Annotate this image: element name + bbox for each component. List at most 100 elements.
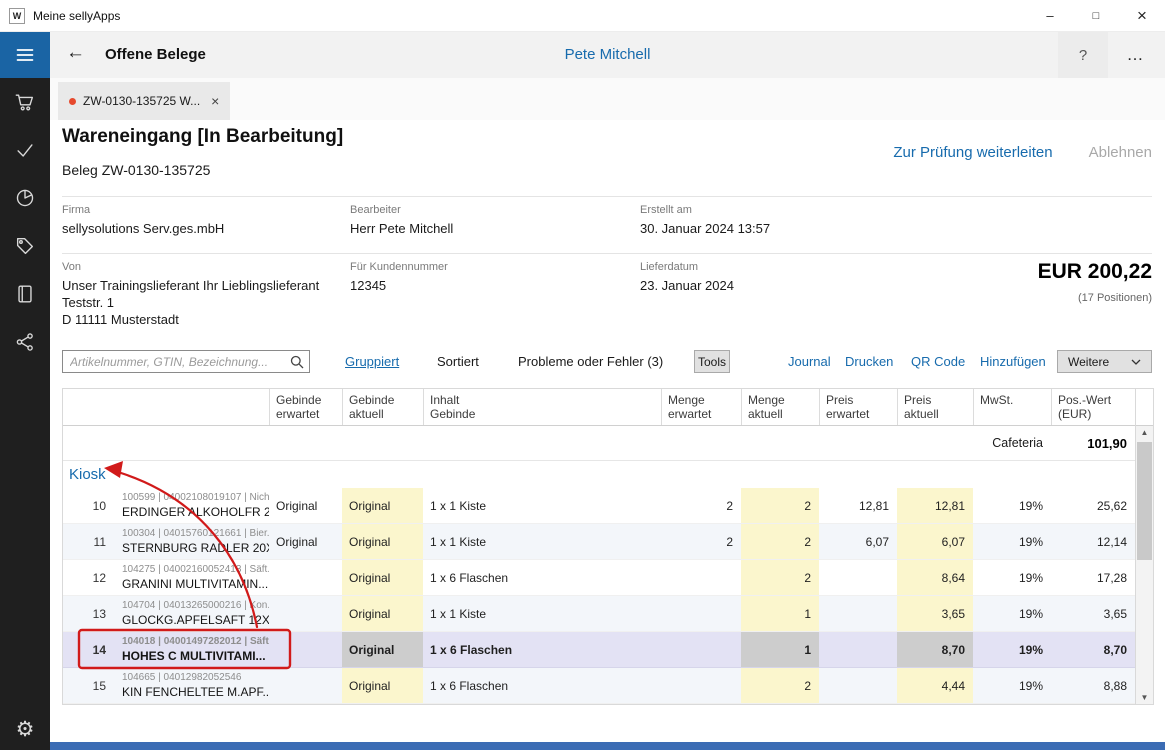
bottom-accent-bar [50,742,1165,750]
field-erstellt-am: Erstellt am 30. Januar 2024 13:57 [640,204,770,237]
app-window: W Meine sellyApps – □ × ⚙ ← [0,0,1165,750]
field-von: Von Unser Trainingslieferant Ihr Lieblin… [62,261,319,328]
header-gebinde-aktuell: Gebinde aktuell [342,389,423,425]
checkmark-icon [14,139,36,161]
print-link[interactable]: Drucken [845,350,893,373]
tag-icon [14,235,36,257]
pie-chart-icon [14,187,36,209]
row-article: 104275 | 04002160052413 | Säft... GRANIN… [116,560,269,595]
header-menge-aktuell: Menge aktuell [741,389,819,425]
cell-gebinde-aktuell: Original [342,632,423,667]
sidebar-item-share[interactable] [0,318,50,366]
journal-link[interactable]: Journal [788,350,831,373]
more-actions-button[interactable]: Weitere [1057,350,1152,373]
position-count: (17 Positionen) [1078,292,1152,304]
reject-link[interactable]: Ablehnen [1089,144,1152,161]
cell-preis-aktuell: 6,07 [897,524,973,559]
article-search [62,350,310,373]
table-row[interactable]: 12 104275 | 04002160052413 | Säft... GRA… [63,560,1135,596]
help-button[interactable]: ? [1058,32,1108,78]
scroll-up-icon[interactable]: ▲ [1136,428,1153,437]
table-row[interactable]: 13 104704 | 04013265000216 | Kon... GLOC… [63,596,1135,632]
cell-pos-wert: 17,28 [1051,560,1135,595]
settings-gear-icon[interactable]: ⚙ [0,717,50,742]
cell-gebinde-aktuell: Original [342,596,423,631]
row-pos: 13 [63,596,116,631]
cell-menge-aktuell: 2 [741,668,819,703]
cell-gebinde-erwartet: Original [269,524,342,559]
sidebar-item-tasks[interactable] [0,126,50,174]
table-row[interactable]: 11 100304 | 04015760121661 | Bier... STE… [63,524,1135,560]
cell-pos-wert: 25,62 [1051,488,1135,523]
row-pos: 15 [63,668,116,703]
more-actions-label: Weitere [1068,355,1109,369]
hamburger-menu-button[interactable] [0,32,50,78]
qr-code-link[interactable]: QR Code [911,350,965,373]
document-content: Wareneingang [In Bearbeitung] Zur Prüfun… [50,120,1165,742]
close-button[interactable]: × [1119,0,1165,31]
row-article: 104018 | 04001497282012 | Säft... HOHES … [116,632,269,667]
table-row[interactable]: 10 100599 | 04002108019107 | Nich... ERD… [63,488,1135,524]
sidebar: ⚙ [0,32,50,750]
row-article: 100304 | 04015760121661 | Bier... STERNB… [116,524,269,559]
tools-button[interactable]: Tools [694,350,730,373]
group-summary-label: Cafeteria [973,436,1051,450]
total-amount: EUR 200,22 [1038,260,1152,284]
cell-preis-aktuell: 4,44 [897,668,973,703]
cell-preis-erwartet: 6,07 [819,524,897,559]
search-input[interactable] [63,351,309,372]
sorted-link[interactable]: Sortiert [437,350,479,373]
cell-menge-aktuell: 1 [741,632,819,667]
row-pos: 11 [63,524,116,559]
header-mwst: MwSt. [973,389,1051,425]
table-scrollbar[interactable]: ▲ ▼ [1136,426,1153,704]
problems-link[interactable]: Probleme oder Fehler (3) [518,350,663,373]
document-tab[interactable]: ZW-0130-135725 W... × [58,82,230,120]
header-article [116,389,269,425]
row-article: 104665 | 04012982052546 KIN FENCHELTEE M… [116,668,269,703]
app-logo-icon: W [9,8,25,24]
cell-pos-wert: 3,65 [1051,596,1135,631]
group-header-kiosk[interactable]: Kiosk [63,461,1135,488]
sidebar-item-journal[interactable] [0,270,50,318]
scrollbar-corner [1136,389,1153,426]
group-summary-row[interactable]: Cafeteria 101,90 [63,426,1135,461]
maximize-button[interactable]: □ [1073,0,1119,31]
cell-pos-wert: 8,70 [1051,632,1135,667]
chevron-down-icon [1131,359,1141,365]
minimize-button[interactable]: – [1027,0,1073,31]
sidebar-item-prices[interactable] [0,222,50,270]
cell-inhalt: 1 x 6 Flaschen [423,632,661,667]
cell-menge-erwartet [661,668,741,703]
divider [62,253,1152,254]
tab-close-icon[interactable]: × [211,93,219,109]
cell-gebinde-aktuell: Original [342,488,423,523]
cell-pos-wert: 8,88 [1051,668,1135,703]
cell-mwst: 19% [973,488,1051,523]
table-row-selected[interactable]: 14 104018 | 04001497282012 | Säft... HOH… [63,632,1135,668]
cell-gebinde-aktuell: Original [342,560,423,595]
cell-pos-wert: 12,14 [1051,524,1135,559]
cell-inhalt: 1 x 1 Kiste [423,488,661,523]
group-summary-value: 101,90 [1051,436,1135,451]
grouped-link[interactable]: Gruppiert [345,350,399,373]
unsaved-dot-icon [69,98,76,105]
cell-gebinde-erwartet [269,632,342,667]
cell-preis-aktuell: 8,70 [897,632,973,667]
cart-icon [14,91,36,113]
cell-gebinde-erwartet [269,596,342,631]
forward-for-review-link[interactable]: Zur Prüfung weiterleiten [893,144,1052,161]
table-row[interactable]: 15 104665 | 04012982052546 KIN FENCHELTE… [63,668,1135,704]
more-options-button[interactable]: … [1113,32,1157,78]
cell-menge-erwartet [661,632,741,667]
scrollbar-thumb[interactable] [1137,442,1152,560]
cell-preis-erwartet [819,668,897,703]
add-link[interactable]: Hinzufügen [980,350,1046,373]
divider [62,196,1152,197]
sidebar-item-statistics[interactable] [0,174,50,222]
cell-menge-aktuell: 2 [741,524,819,559]
cell-menge-erwartet [661,596,741,631]
scroll-down-icon[interactable]: ▼ [1136,693,1153,702]
field-lieferdatum: Lieferdatum 23. Januar 2024 [640,261,734,294]
sidebar-item-cart[interactable] [0,78,50,126]
